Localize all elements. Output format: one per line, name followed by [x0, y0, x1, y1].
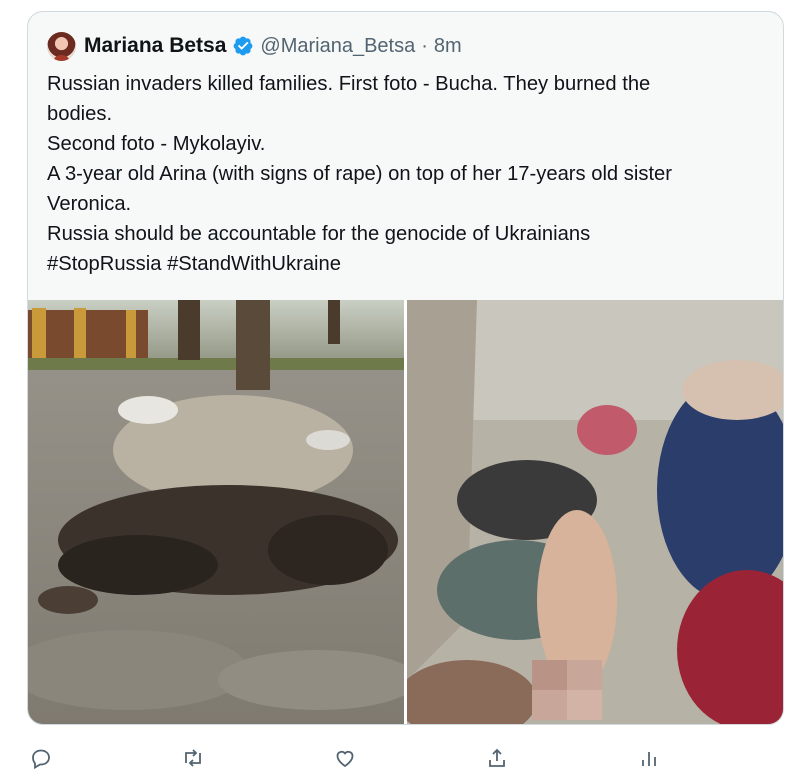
share-icon — [489, 748, 505, 767]
tweet-line: Second foto - Mykolayiv. — [47, 133, 266, 155]
tweet-card[interactable]: Mariana Betsa @Mariana_Betsa · 8m Russia… — [27, 11, 784, 725]
hashtags[interactable]: #StopRussia #StandWithUkraine — [47, 249, 767, 279]
like-button[interactable] — [331, 744, 359, 772]
tweet-line: Veronica. — [47, 193, 132, 215]
media-grid — [28, 300, 783, 724]
verified-badge-icon — [234, 36, 253, 56]
tweet-actions — [27, 738, 784, 778]
tweet-text: Russian invaders killed families. First … — [47, 69, 767, 279]
timestamp[interactable]: 8m — [434, 35, 462, 58]
reply-button[interactable] — [27, 744, 55, 772]
tweet-line: A 3-year old Arina (with signs of rape) … — [47, 163, 673, 185]
retweet-button[interactable] — [179, 744, 207, 772]
photo-1[interactable] — [28, 300, 404, 724]
tweet-header: Mariana Betsa @Mariana_Betsa · 8m — [47, 31, 462, 61]
separator: · — [421, 34, 428, 57]
photo-2[interactable] — [407, 300, 783, 724]
photo-2-image — [407, 300, 783, 724]
like-icon — [336, 750, 354, 768]
analytics-icon — [642, 752, 656, 766]
analytics-button[interactable] — [635, 744, 663, 772]
photo-1-image — [28, 300, 404, 724]
tweet-line: Russian invaders killed families. First … — [47, 73, 651, 95]
retweet-icon — [185, 749, 201, 767]
reply-icon — [32, 749, 50, 770]
tweet-line: Russia should be accountable for the gen… — [47, 223, 591, 245]
avatar[interactable] — [47, 31, 76, 61]
handle[interactable]: @Mariana_Betsa — [260, 35, 415, 58]
display-name[interactable]: Mariana Betsa — [84, 34, 226, 58]
tweet-line: bodies. — [47, 103, 113, 125]
share-button[interactable] — [483, 744, 511, 772]
